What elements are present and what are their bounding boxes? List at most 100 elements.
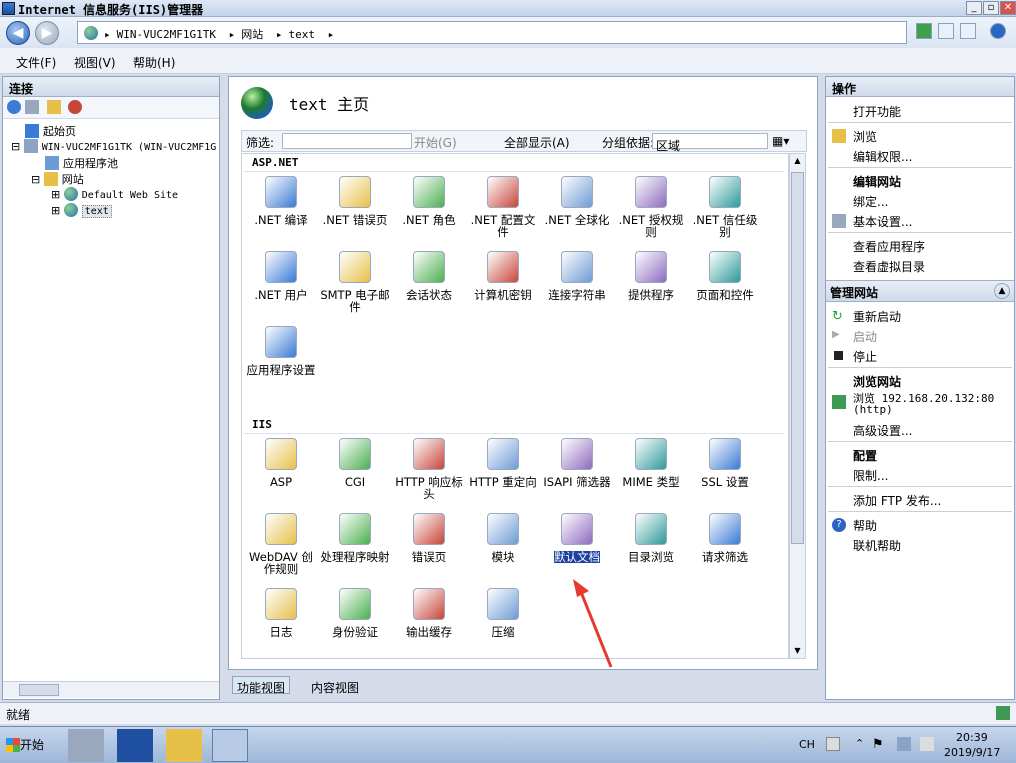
feature-item[interactable]: 应用程序设置 <box>244 326 318 376</box>
input-language[interactable]: CH <box>799 738 815 751</box>
feature-item[interactable]: HTTP 响应标头 <box>392 438 466 500</box>
section-header-0[interactable]: ASP.NET <box>252 156 298 169</box>
tree-item-server[interactable]: ⊟ WIN-VUC2MF1G1TK (WIN-VUC2MF1G <box>11 139 216 153</box>
connections-hscrollbar[interactable] <box>3 681 219 698</box>
feature-item[interactable]: 提供程序 <box>614 251 688 301</box>
action-view-vdirs[interactable]: 查看虚拟目录 <box>853 258 925 275</box>
address-bar[interactable]: ▸ WIN-VUC2MF1G1TK ▸ 网站 ▸ text ▸ <box>77 21 907 44</box>
group-by-select[interactable]: 区域 <box>652 133 768 153</box>
feature-item[interactable]: .NET 编译 <box>244 176 318 226</box>
filter-start-button[interactable]: 开始(G) <box>414 134 457 151</box>
clock-time[interactable]: 20:39 <box>956 731 988 744</box>
clock-date[interactable]: 2019/9/17 <box>944 746 1000 759</box>
breadcrumb-sites[interactable]: 网站 <box>241 28 263 41</box>
action-online-help[interactable]: 联机帮助 <box>853 537 901 554</box>
tree-item-default-web-site[interactable]: ⊞ Default Web Site <box>51 187 178 201</box>
action-stop[interactable]: 停止 <box>853 348 877 365</box>
feature-item[interactable]: 目录浏览 <box>614 513 688 563</box>
breadcrumb-site[interactable]: text <box>288 28 315 41</box>
feature-item[interactable]: .NET 授权规则 <box>614 176 688 238</box>
scroll-up-icon[interactable]: ▲ <box>791 154 804 168</box>
flag-icon[interactable]: ⚑ <box>872 737 884 752</box>
feature-item[interactable]: .NET 用户 <box>244 251 318 301</box>
filter-input[interactable] <box>282 133 412 149</box>
action-open-feature[interactable]: 打开功能 <box>853 103 901 120</box>
feature-item[interactable]: .NET 信任级别 <box>688 176 762 238</box>
feature-item[interactable]: ASP <box>244 438 318 488</box>
feature-item[interactable]: MIME 类型 <box>614 438 688 488</box>
close-button[interactable]: ✕ <box>1000 1 1016 15</box>
collapse-icon[interactable]: ▲ <box>994 283 1010 299</box>
help-icon[interactable] <box>990 23 1006 39</box>
feature-item[interactable]: .NET 全球化 <box>540 176 614 226</box>
action-edit-permissions[interactable]: 编辑权限... <box>853 148 912 165</box>
feature-item[interactable]: 模块 <box>466 513 540 563</box>
minimize-button[interactable]: _ <box>966 1 982 15</box>
refresh-icon[interactable] <box>916 23 932 39</box>
action-limits[interactable]: 限制... <box>853 467 888 484</box>
feature-item[interactable]: ISAPI 筛选器 <box>540 438 614 488</box>
action-add-ftp[interactable]: 添加 FTP 发布... <box>853 492 941 509</box>
explorer-icon[interactable] <box>166 729 202 762</box>
feature-item[interactable]: 压缩 <box>466 588 540 638</box>
feature-item[interactable]: 连接字符串 <box>540 251 614 301</box>
scroll-down-icon[interactable]: ▼ <box>791 644 804 658</box>
scroll-thumb[interactable] <box>791 172 804 544</box>
feature-item[interactable]: SSL 设置 <box>688 438 762 488</box>
tree-item-app-pools[interactable]: 应用程序池 <box>45 155 118 171</box>
feature-item[interactable]: .NET 配置文件 <box>466 176 540 238</box>
stop-icon[interactable] <box>938 23 954 39</box>
feature-item[interactable]: 计算机密钥 <box>466 251 540 301</box>
action-bindings[interactable]: 绑定... <box>853 193 888 210</box>
action-advanced-settings[interactable]: 高级设置... <box>853 422 912 439</box>
feature-item[interactable]: .NET 角色 <box>392 176 466 226</box>
feature-item[interactable]: CGI <box>318 438 392 488</box>
show-hidden-icons-icon[interactable]: ⌃ <box>855 737 864 750</box>
browse-protocol[interactable]: (http) <box>853 403 893 416</box>
volume-muted-icon[interactable] <box>920 737 934 751</box>
manage-site-header[interactable]: 管理网站 ▲ <box>826 280 1014 302</box>
feature-item[interactable]: 日志 <box>244 588 318 638</box>
menu-help[interactable]: 帮助(H) <box>133 54 175 71</box>
action-start[interactable]: 启动 <box>853 328 877 345</box>
keyboard-icon[interactable] <box>826 737 840 751</box>
action-help[interactable]: 帮助 <box>853 517 877 534</box>
feature-item[interactable]: HTTP 重定向 <box>466 438 540 488</box>
feature-item[interactable]: 请求筛选 <box>688 513 762 563</box>
tree-item-start-page[interactable]: 起始页 <box>25 123 76 139</box>
back-button[interactable]: ◀ <box>6 21 30 45</box>
action-browse[interactable]: 浏览 <box>853 128 877 145</box>
start-button[interactable]: 开始 <box>2 733 48 757</box>
feature-item[interactable]: 页面和控件 <box>688 251 762 301</box>
action-view-applications[interactable]: 查看应用程序 <box>853 238 925 255</box>
show-all-button[interactable]: 全部显示(A) <box>504 134 570 151</box>
action-restart[interactable]: 重新启动 <box>853 308 901 325</box>
feature-item[interactable]: WebDAV 创作规则 <box>244 513 318 575</box>
section-header-1[interactable]: IIS <box>252 418 272 431</box>
menu-view[interactable]: 视图(V) <box>74 54 116 71</box>
feature-item[interactable]: 处理程序映射 <box>318 513 392 563</box>
feature-item[interactable]: 输出缓存 <box>392 588 466 638</box>
scroll-thumb[interactable] <box>19 684 59 696</box>
menu-file[interactable]: 文件(F) <box>16 54 56 71</box>
iis-manager-icon[interactable] <box>212 729 248 762</box>
features-vscrollbar[interactable]: ▲ ▼ <box>789 153 806 659</box>
connect-icon[interactable] <box>7 100 21 114</box>
powershell-icon[interactable] <box>117 729 153 762</box>
feature-item[interactable]: .NET 错误页 <box>318 176 392 226</box>
view-mode-icon[interactable]: ▦▾ <box>772 134 789 148</box>
feature-item[interactable]: SMTP 电子邮件 <box>318 251 392 313</box>
disconnect-icon[interactable] <box>68 100 83 114</box>
tree-item-sites[interactable]: ⊟ 网站 <box>31 171 84 187</box>
up-folder-icon[interactable] <box>46 100 61 114</box>
action-basic-settings[interactable]: 基本设置... <box>853 213 912 230</box>
feature-item[interactable]: 身份验证 <box>318 588 392 638</box>
feature-item[interactable]: 错误页 <box>392 513 466 563</box>
maximize-button[interactable]: ▫ <box>983 1 999 15</box>
forward-button[interactable]: ▶ <box>35 21 59 45</box>
tab-features-view[interactable]: 功能视图 <box>232 676 291 695</box>
feature-item[interactable]: 会话状态 <box>392 251 466 301</box>
breadcrumb-server[interactable]: WIN-VUC2MF1G1TK <box>117 28 216 41</box>
save-icon[interactable] <box>24 100 39 114</box>
tree-item-text[interactable]: ⊞ text <box>51 203 112 218</box>
